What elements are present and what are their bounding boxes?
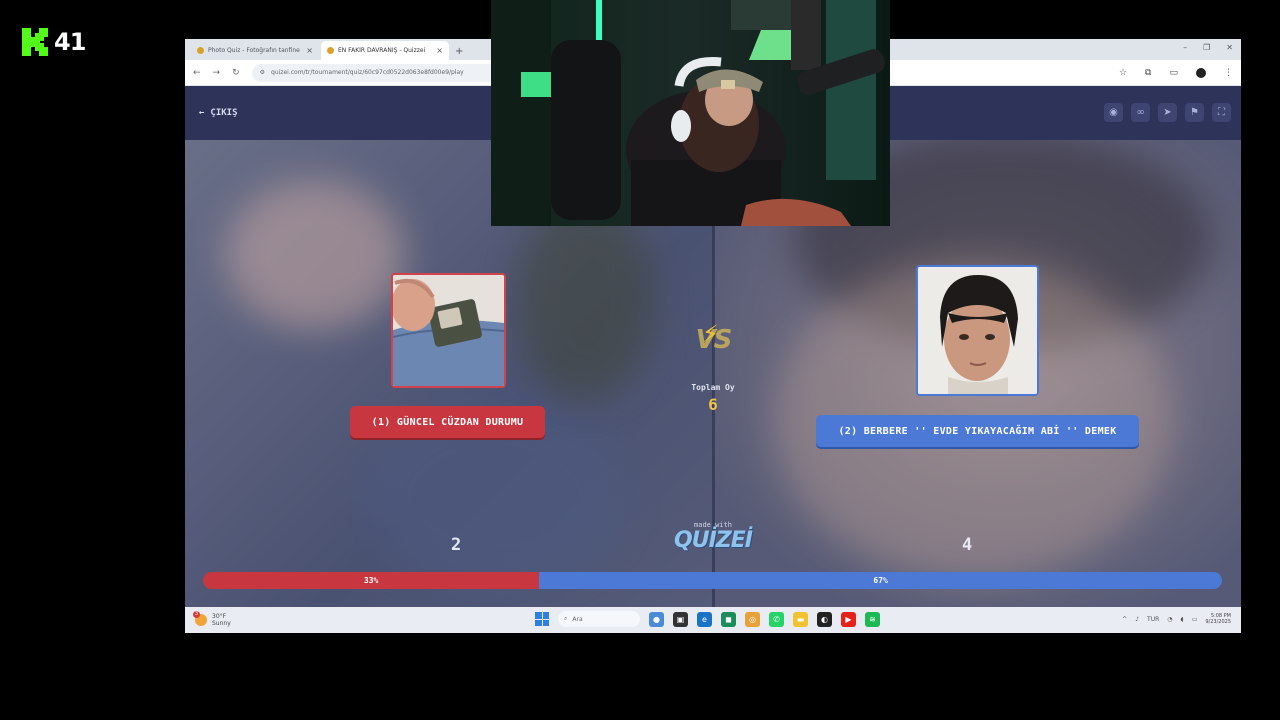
wifi-icon[interactable]: ◔ — [1167, 616, 1172, 623]
flag-icon[interactable]: ⚑ — [1185, 103, 1204, 122]
site-info-icon[interactable]: ⚙ — [260, 69, 265, 76]
header-icon-group: ◉ ∞ ➤ ⚑ ⛶ — [1104, 103, 1231, 122]
url-text: quizei.com/tr/tournament/quiz/60c97cd052… — [271, 69, 464, 76]
weather-text: 30°F Sunny — [212, 613, 231, 627]
right-option-image[interactable] — [916, 265, 1039, 396]
stream-frame: 41 Photo Quiz - Fotoğrafın tanfine × EN … — [0, 0, 1280, 720]
fullscreen-icon[interactable]: ⛶ — [1212, 103, 1231, 122]
background-blur — [225, 180, 405, 330]
exit-button[interactable]: ← ÇIKIŞ — [199, 108, 238, 118]
clock[interactable]: 5:08 PM 9/23/2025 — [1205, 613, 1231, 625]
search-icon: ⌕ — [564, 615, 568, 622]
streamer-webcam-feed — [491, 0, 890, 226]
kick-icon — [22, 28, 48, 56]
app-icon[interactable]: ◐ — [817, 611, 832, 627]
side-panel-icon[interactable]: ▭ — [1169, 68, 1178, 78]
folder-icon[interactable]: ▬ — [793, 611, 808, 627]
tab-favicon-icon — [327, 47, 334, 54]
youtube-icon[interactable]: ▶ — [841, 611, 856, 627]
windows-taskbar: 3 30°F Sunny ⌕ Ara ● ▣ e ◼ ◎ ✆ ▬ ◐ ▶ ≋ ^… — [185, 607, 1241, 633]
window-controls: – ❐ ✕ — [1183, 43, 1233, 52]
taskbar-search[interactable]: ⌕ Ara — [558, 611, 640, 627]
new-tab-icon[interactable]: + — [455, 46, 463, 57]
tab-favicon-icon — [197, 47, 204, 54]
profile-avatar[interactable] — [1196, 67, 1206, 78]
language-indicator[interactable]: TUR — [1147, 616, 1159, 623]
edge-icon[interactable]: e — [697, 611, 712, 627]
weather-temp: 30°F — [212, 613, 227, 620]
left-option-image[interactable] — [391, 273, 506, 388]
tab-close-icon[interactable]: × — [306, 46, 313, 55]
back-icon[interactable]: ← — [193, 68, 201, 78]
haircut-portrait-image — [918, 267, 1037, 394]
right-option-button[interactable]: (2) BERBERE '' EVDE YIKAYACAĞIM ABİ '' D… — [816, 415, 1139, 447]
lightning-bolt-icon: ⚡ — [702, 320, 719, 348]
kick-logo: 41 — [22, 28, 86, 56]
left-option-button[interactable]: (1) GÜNCEL CÜZDAN DURUMU — [350, 406, 545, 438]
whatsapp-icon[interactable]: ✆ — [769, 611, 784, 627]
vote-progress-bar: 33% 67% — [203, 572, 1222, 589]
spotify-icon[interactable]: ≋ — [865, 611, 880, 627]
quizzei-logo[interactable]: QUİZEİ — [665, 528, 761, 553]
wallet-pocket-image — [393, 275, 504, 386]
extensions-icon[interactable]: ⧉ — [1145, 68, 1151, 78]
right-vote-share: 67% — [539, 572, 1222, 589]
volume-icon[interactable]: ◖ — [1181, 616, 1184, 623]
link-icon[interactable]: ∞ — [1131, 103, 1150, 122]
mic-icon[interactable]: ♪ — [1135, 616, 1139, 623]
clock-date: 9/23/2025 — [1205, 619, 1231, 625]
notification-badge: 3 — [193, 611, 200, 618]
send-icon[interactable]: ➤ — [1158, 103, 1177, 122]
total-votes-value: 6 — [708, 395, 718, 414]
chrome-icon[interactable]: ◎ — [745, 611, 760, 627]
tab-title: EN FAKİR DAVRANIŞ - Quizzei — [338, 47, 426, 54]
close-window-icon[interactable]: ✕ — [1226, 43, 1233, 52]
system-tray: ^ ♪ TUR ◔ ◖ ▭ 5:08 PM 9/23/2025 — [1122, 613, 1231, 625]
right-vote-count: 4 — [962, 535, 973, 555]
background-blur — [515, 200, 655, 400]
tray-chevron-icon[interactable]: ^ — [1122, 616, 1127, 623]
eye-icon[interactable]: ◉ — [1104, 103, 1123, 122]
sun-icon: 3 — [193, 611, 207, 626]
bookmark-star-icon[interactable]: ☆ — [1119, 68, 1127, 78]
tab-title: Photo Quiz - Fotoğrafın tanfine — [208, 47, 300, 54]
address-bar[interactable]: ⚙ quizei.com/tr/tournament/quiz/60c97cd0… — [251, 63, 512, 82]
windows-start-icon[interactable] — [535, 612, 549, 626]
tab-photo-quiz[interactable]: Photo Quiz - Fotoğrafın tanfine × — [191, 41, 319, 60]
left-vote-count: 2 — [451, 535, 462, 555]
total-votes-label: Toplam Oy — [691, 383, 735, 392]
search-placeholder: Ara — [572, 615, 583, 623]
vs-badge: VS ⚡ — [682, 320, 744, 355]
battery-icon[interactable]: ▭ — [1192, 616, 1198, 623]
widgets-icon[interactable]: ● — [649, 611, 664, 627]
minimize-icon[interactable]: – — [1183, 43, 1187, 52]
viewer-count: 41 — [54, 28, 86, 56]
toolbar-actions: ☆ ⧉ ▭ ⋮ — [1119, 67, 1233, 78]
arrow-left-icon: ← — [199, 108, 205, 118]
taskbar-apps: ⌕ Ara ● ▣ e ◼ ◎ ✆ ▬ ◐ ▶ ≋ — [535, 611, 880, 627]
webcam-overlay — [491, 0, 890, 226]
weather-widget[interactable]: 3 30°F Sunny — [193, 611, 231, 627]
left-vote-share: 33% — [203, 572, 540, 589]
task-view-icon[interactable]: ▣ — [673, 611, 688, 627]
restore-icon[interactable]: ❐ — [1203, 43, 1210, 52]
store-icon[interactable]: ◼ — [721, 611, 736, 627]
exit-label: ÇIKIŞ — [210, 108, 238, 118]
browser-menu-icon[interactable]: ⋮ — [1224, 68, 1233, 78]
weather-desc: Sunny — [212, 620, 231, 627]
tab-quizzei[interactable]: EN FAKİR DAVRANIŞ - Quizzei × — [321, 41, 449, 60]
reload-icon[interactable]: ↻ — [232, 68, 240, 78]
tab-close-icon[interactable]: × — [436, 46, 443, 55]
forward-icon[interactable]: → — [213, 68, 221, 78]
